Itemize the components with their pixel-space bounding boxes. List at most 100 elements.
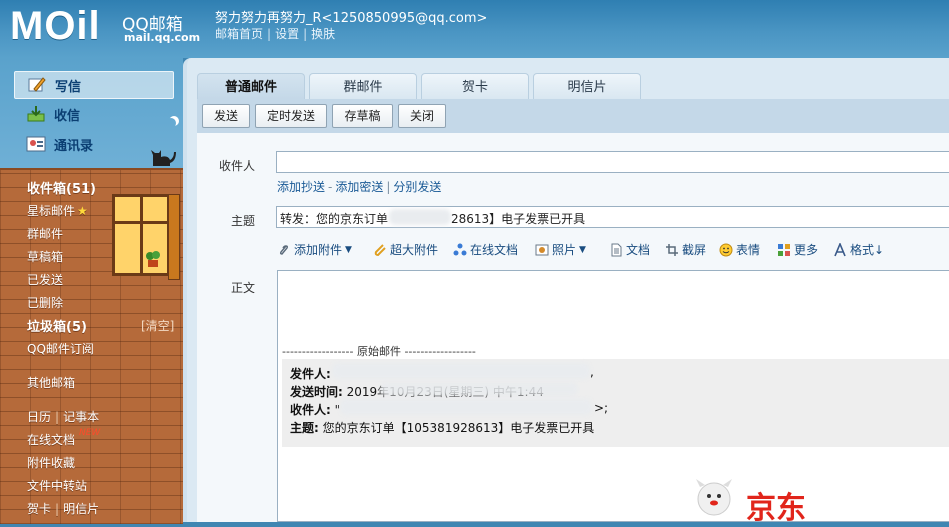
photo-button[interactable]: 照片 ▼ — [535, 241, 586, 258]
compose-toolbar: 发送 定时发送 存草稿 关闭 — [197, 99, 949, 133]
dropdown-arrow-icon[interactable]: ▼ — [345, 245, 352, 255]
screenshot-label: 截屏 — [682, 243, 707, 257]
tab-greeting-card[interactable]: 贺卡 — [421, 73, 529, 99]
subject-field[interactable]: 转发：您的京东订单 28613】电子发票已开具 — [276, 206, 949, 228]
subject-suffix: 28613】电子发票已开具 — [451, 212, 586, 226]
folder-inbox[interactable]: 收件箱(51) — [27, 178, 96, 197]
calendar-link[interactable]: 日历 — [27, 410, 51, 424]
close-button[interactable]: 关闭 — [398, 104, 446, 128]
online-docs-link[interactable]: 在线文档 — [27, 431, 75, 448]
header-bar: MOil QQ邮箱 mail.qq.com 努力努力再努力_R<12508509… — [0, 0, 949, 58]
online-doc-label: 在线文档 — [470, 243, 519, 257]
emoji-button[interactable]: 表情 — [719, 241, 760, 258]
add-attachment-button[interactable]: 添加附件 ▼ — [277, 241, 352, 258]
folder-spam[interactable]: 垃圾箱(5) — [27, 316, 87, 335]
compose-panel: 普通邮件 群邮件 贺卡 明信片 发送 定时发送 存草稿 关闭 收件人 添加抄送 -… — [183, 58, 949, 526]
separate-send-link[interactable]: 分别发送 — [393, 180, 441, 194]
format-label: 格式↓ — [850, 243, 885, 257]
header-links: 邮箱首页 | 设置 | 换肤 — [215, 25, 335, 42]
folder-other-mail[interactable]: 其他邮箱 — [27, 374, 75, 391]
photo-icon — [535, 243, 549, 257]
compose-button[interactable]: 写信 — [14, 71, 174, 99]
separator: | — [267, 27, 272, 41]
scheduled-send-button[interactable]: 定时发送 — [255, 104, 327, 128]
smiley-icon — [719, 243, 733, 257]
folder-deleted[interactable]: 已删除 — [27, 294, 63, 311]
body-editor[interactable]: ------------------ 原始邮件 ----------------… — [277, 270, 949, 526]
dropdown-arrow-icon[interactable]: ▼ — [579, 245, 586, 255]
screenshot-button[interactable]: 截屏 — [665, 241, 706, 258]
tab-normal-mail[interactable]: 普通邮件 — [197, 73, 305, 99]
separator: | — [303, 27, 308, 41]
jd-mascot-icon — [696, 479, 732, 516]
tools-cards: 贺卡 | 明信片 — [27, 500, 99, 517]
settings-link[interactable]: 设置 — [275, 27, 299, 41]
screenshot-icon — [665, 243, 679, 257]
to-field[interactable] — [276, 151, 949, 173]
contacts-label: 通讯录 — [54, 138, 94, 154]
to-label: 收件人 — [219, 159, 256, 173]
redacted-date — [380, 382, 578, 396]
separator: | — [55, 502, 60, 516]
contacts-button[interactable]: 通讯录 — [14, 131, 172, 157]
save-draft-button[interactable]: 存草稿 — [332, 104, 393, 128]
redacted-recipient — [340, 399, 592, 415]
receive-button[interactable]: 收信 — [14, 101, 172, 127]
mail-home-link[interactable]: 邮箱首页 — [215, 27, 263, 41]
clear-spam-button[interactable]: [清空] — [141, 317, 174, 334]
cat-decoration — [151, 150, 176, 166]
quote-to-tail: >; — [594, 401, 609, 415]
format-icon — [833, 241, 847, 257]
quote-subject-label: 主题: — [290, 421, 319, 435]
quote-to-label: 收件人: — [290, 403, 331, 417]
folder-group[interactable]: 群邮件 — [27, 225, 63, 242]
document-button[interactable]: 文档 — [609, 241, 650, 258]
folder-starred[interactable]: 星标邮件 ★ — [27, 202, 88, 219]
document-label: 文档 — [626, 243, 651, 257]
big-attachment-icon — [373, 243, 387, 257]
tab-postcard[interactable]: 明信片 — [533, 73, 641, 99]
tab-group-mail[interactable]: 群邮件 — [309, 73, 417, 99]
folder-sent[interactable]: 已发送 — [27, 271, 63, 288]
quoted-original: 发件人: , 发送时间: 2019年10月23日(星期三) 中午1:44 收件人… — [282, 359, 949, 447]
online-doc-icon — [453, 243, 467, 257]
user-account: 努力努力再努力_R<1250850995@qq.com> — [215, 11, 488, 26]
subject-prefix: 转发：您的京东订单 — [280, 212, 389, 226]
new-badge: NEW — [79, 428, 101, 438]
format-button[interactable]: 格式↓ — [833, 241, 884, 258]
send-button[interactable]: 发送 — [202, 104, 250, 128]
original-mail-divider: ------------------ 原始邮件 ----------------… — [282, 345, 476, 358]
more-button[interactable]: 更多 — [777, 241, 818, 258]
folder-subscriptions[interactable]: QQ邮件订阅 — [27, 340, 94, 357]
change-skin-link[interactable]: 换肤 — [311, 27, 335, 41]
qq-mail-logo[interactable]: MOil QQ邮箱 mail.qq.com — [10, 4, 200, 48]
folder-starred-label: 星标邮件 — [27, 204, 76, 218]
add-bcc-link[interactable]: 添加密送 — [335, 180, 383, 194]
logo-mark: MOil — [10, 4, 101, 48]
file-transfer-link[interactable]: 文件中转站 — [27, 477, 87, 494]
folder-drafts[interactable]: 草稿箱 — [27, 248, 63, 265]
quote-from-label: 发件人: — [290, 367, 331, 381]
attachments-link[interactable]: 附件收藏 — [27, 454, 75, 471]
jd-brand-logo: 京东 — [688, 477, 828, 526]
online-doc-button[interactable]: 在线文档 — [453, 241, 518, 258]
quote-subject: 主题: 您的京东订单【105381928613】电子发票已开具 — [290, 419, 594, 436]
cards-link[interactable]: 贺卡 — [27, 502, 51, 516]
quote-date-label: 发送时间: — [290, 385, 343, 399]
postcards-link[interactable]: 明信片 — [63, 502, 99, 516]
large-attachment-label: 超大附件 — [390, 243, 439, 257]
notes-link[interactable]: 记事本 — [63, 410, 99, 424]
plant-decoration — [146, 251, 160, 267]
add-attachment-label: 添加附件 — [294, 243, 343, 257]
add-cc-link[interactable]: 添加抄送 — [277, 180, 325, 194]
shutter-decoration — [168, 194, 180, 280]
redacted-sender — [332, 363, 590, 379]
paperclip-icon — [277, 243, 291, 257]
tools-calendar-notes: 日历 | 记事本 — [27, 408, 99, 425]
separator: | — [386, 180, 391, 194]
subject-label: 主题 — [231, 214, 256, 228]
quote-subject-value: 您的京东订单【105381928613】电子发票已开具 — [322, 421, 595, 435]
pencil-icon — [27, 76, 47, 94]
large-attachment-button[interactable]: 超大附件 — [373, 241, 438, 258]
moon-decoration — [166, 118, 176, 128]
